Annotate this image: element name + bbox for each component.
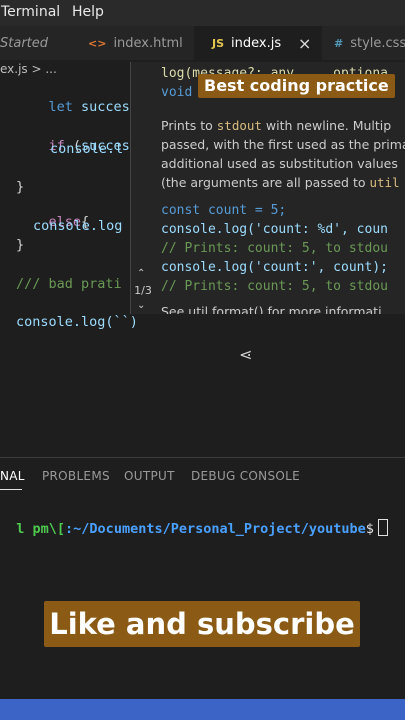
close-tab-icon[interactable]: × [298, 34, 311, 53]
status-bar [0, 699, 405, 720]
keyword: let [48, 99, 73, 115]
hover-tooltip[interactable]: ⌃ 1/3 ⌄ log(message?: any, ...optiona vo… [130, 62, 405, 314]
example-code-line: // Prints: count: 5, to stdou [161, 279, 388, 294]
doc-text: (the arguments are all passed to [161, 175, 370, 190]
doc-line: Prints to stdout with newline. Multip [161, 118, 391, 133]
tab-index-js[interactable]: JS index.js × [194, 26, 322, 60]
tab-style-css[interactable]: # style.css [322, 26, 405, 60]
tab-label: Started [0, 35, 49, 51]
tab-label: index.html [113, 35, 183, 51]
active-tab-indicator [0, 489, 22, 490]
tab-label: style.css [350, 35, 405, 51]
panel-tab-debug-console[interactable]: DEBUG CONSOLE [191, 469, 300, 483]
panel-tab-output[interactable]: OUTPUT [124, 469, 175, 483]
code-line: console.log(``) [16, 314, 138, 330]
terminal-prompt[interactable]: l pm\[:~/Documents/Personal_Project/yout… [0, 503, 388, 537]
doc-text: Prints to [161, 118, 217, 133]
breadcrumb[interactable]: ex.js > ... [0, 62, 57, 76]
tab-get-started[interactable]: Started [0, 26, 76, 60]
hover-content: log(message?: any, ...optiona void Print… [161, 62, 405, 314]
code-line: /// bad prati [16, 276, 122, 292]
chevron-up-icon[interactable]: ⌃ [137, 268, 145, 279]
tab-index-html[interactable]: <> index.html [76, 26, 194, 60]
panel-tab-problems[interactable]: PROBLEMS [42, 469, 110, 483]
doc-line: additional used as substitution values [161, 156, 398, 171]
code-line: } [16, 179, 25, 195]
example-code-line: console.log('count: %d', coun [161, 222, 388, 237]
text-cursor-icon: ⋖ [239, 345, 253, 364]
doc-line: See util.format() for more informati [161, 304, 382, 314]
chevron-down-icon[interactable]: ⌄ [137, 300, 145, 311]
js-file-icon: JS [212, 36, 225, 50]
example-code-line: console.log('count:', count); [161, 260, 388, 275]
menu-bar: Terminal Help [0, 0, 405, 26]
inline-code: stdout [216, 118, 262, 133]
overlay-caption-bottom: Like and subscribe [44, 601, 360, 647]
example-code-line: const count = 5; [161, 203, 287, 218]
panel-tab-terminal[interactable]: NAL [0, 469, 25, 483]
overlay-caption-top: Best coding practice [198, 74, 395, 98]
tab-label: index.js [231, 35, 282, 51]
overload-counter: 1/3 [134, 284, 152, 297]
code-line: } [16, 237, 25, 253]
css-file-icon: # [334, 36, 344, 50]
doc-text: with newline. Multip [261, 118, 392, 133]
return-type: void [161, 85, 193, 100]
panel-divider [0, 457, 405, 458]
overload-navigator: ⌃ 1/3 ⌄ [131, 62, 155, 314]
terminal-cursor [377, 519, 388, 536]
example-code-line: // Prints: count: 5, to stdou [161, 241, 388, 256]
doc-line: passed, with the first used as the prima [161, 137, 405, 152]
menu-help[interactable]: Help [72, 4, 104, 20]
inline-code: util [369, 175, 400, 190]
code-line: console.l [50, 141, 124, 157]
editor-tab-bar: Started <> index.html JS index.js × # st… [0, 26, 405, 60]
menu-terminal[interactable]: Terminal [1, 4, 60, 20]
prompt-path: :~/Documents/Personal_Project/youtube [65, 521, 366, 537]
code-line: console.log [33, 218, 123, 234]
prompt-symbol: $ [365, 521, 374, 537]
prompt-user: l pm\[ [16, 521, 66, 537]
html-file-icon: <> [88, 36, 107, 50]
doc-line: (the arguments are all passed to util [161, 175, 400, 190]
